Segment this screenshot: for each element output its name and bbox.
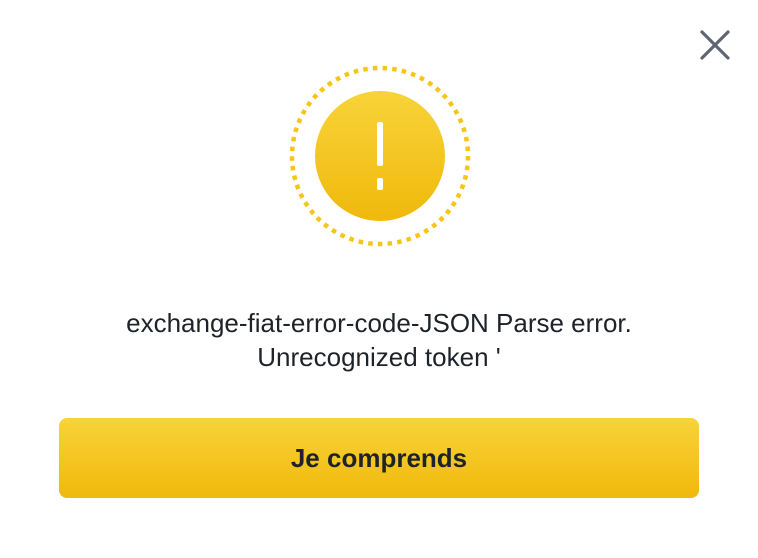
exclamation-circle-icon	[289, 65, 471, 247]
error-dialog: exchange-fiat-error-code-JSON Parse erro…	[0, 0, 758, 558]
error-message: exchange-fiat-error-code-JSON Parse erro…	[40, 306, 718, 374]
error-message-line-2: Unrecognized token '	[257, 342, 501, 372]
confirm-button[interactable]: Je comprends	[59, 418, 699, 498]
warning-graphic	[288, 64, 472, 248]
close-button[interactable]	[692, 22, 738, 68]
error-message-line-1: exchange-fiat-error-code-JSON Parse erro…	[126, 308, 632, 338]
close-icon	[700, 30, 730, 60]
